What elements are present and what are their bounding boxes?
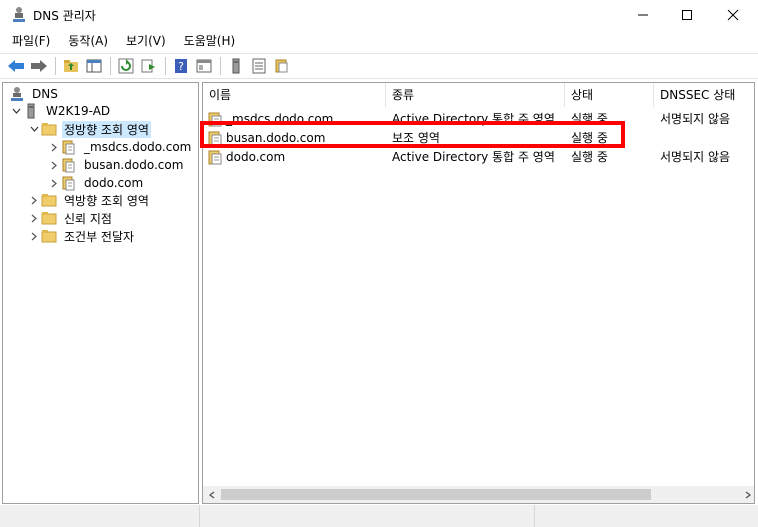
zone-icon[interactable] [271, 55, 293, 77]
column-header-type[interactable]: 종류 [386, 83, 565, 107]
zone-icon [61, 139, 77, 155]
highlight-box [200, 121, 625, 148]
tree-label: 조건부 전달자 [64, 229, 135, 244]
tree-label: 신뢰 지점 [64, 211, 112, 226]
chevron-right-icon[interactable] [27, 193, 41, 207]
tree-label: dodo.com [84, 176, 144, 190]
chevron-right-icon[interactable] [27, 211, 41, 225]
chevron-down-icon[interactable] [27, 122, 41, 136]
list-header: 이름 종류 상태 DNSSEC 상태 [203, 83, 754, 107]
svg-text:?: ? [178, 60, 184, 73]
column-header-dnssec[interactable]: DNSSEC 상태 [654, 83, 754, 107]
zone-icon [208, 149, 224, 165]
list-item[interactable]: dodo.com Active Directory 통합 주 영역 실행 중 서… [203, 147, 754, 166]
tree-item-zone[interactable]: _msdcs.dodo.com [47, 138, 193, 156]
folder-icon [41, 210, 57, 226]
forward-icon[interactable] [28, 55, 50, 77]
toolbar-separator [220, 57, 221, 75]
horizontal-scrollbar[interactable] [203, 486, 754, 503]
zone-name: dodo.com [226, 149, 286, 164]
scroll-left-icon[interactable] [203, 486, 220, 503]
maximize-button[interactable] [664, 0, 710, 30]
up-folder-icon[interactable] [60, 55, 82, 77]
tree-item-forward-zone[interactable]: 정방향 조회 영역 [27, 120, 151, 138]
toolbar-separator [55, 57, 56, 75]
zone-icon [61, 157, 77, 173]
tree-item-dns-root[interactable]: DNS [9, 85, 60, 103]
tree-item-zone[interactable]: dodo.com [47, 174, 145, 192]
toolbar-separator [110, 57, 111, 75]
chevron-right-icon[interactable] [47, 140, 61, 154]
chevron-down-icon[interactable] [9, 104, 23, 118]
zone-dnssec: 서명되지 않음 [660, 112, 731, 126]
minimize-button[interactable] [620, 0, 666, 30]
menu-help[interactable]: 도움말(H) [178, 31, 242, 51]
properties-icon[interactable] [193, 55, 215, 77]
menu-file[interactable]: 파일(F) [6, 31, 56, 51]
tree-label: W2K19-AD [46, 104, 111, 118]
tree-item-server[interactable]: W2K19-AD [9, 102, 112, 120]
list-icon[interactable] [248, 55, 270, 77]
status-segment [0, 505, 200, 527]
status-bar [0, 505, 758, 527]
tree-item-trust-points[interactable]: 신뢰 지점 [27, 209, 114, 227]
tree-label: busan.dodo.com [84, 158, 184, 172]
title-bar: DNS 관리자 [0, 0, 758, 30]
show-tree-icon[interactable] [83, 55, 105, 77]
folder-icon [41, 121, 57, 137]
zone-icon [61, 175, 77, 191]
column-header-name[interactable]: 이름 [203, 83, 386, 107]
zone-status: 실행 중 [571, 150, 608, 164]
chevron-right-icon[interactable] [47, 176, 61, 190]
chevron-right-icon[interactable] [47, 158, 61, 172]
tree-label: 정방향 조회 영역 [62, 120, 151, 138]
window-title: DNS 관리자 [33, 9, 96, 23]
column-header-status[interactable]: 상태 [565, 83, 654, 107]
dns-app-icon [12, 6, 26, 24]
menu-bar: 파일(F) 동작(A) 보기(V) 도움말(H) [0, 30, 758, 52]
scrollbar-thumb[interactable] [221, 489, 651, 500]
help-icon[interactable]: ? [170, 55, 192, 77]
back-icon[interactable] [5, 55, 27, 77]
export-icon[interactable] [138, 55, 160, 77]
tree-item-reverse-zone[interactable]: 역방향 조회 영역 [27, 191, 151, 209]
folder-icon [41, 228, 57, 244]
tree-label: _msdcs.dodo.com [84, 140, 192, 154]
server-icon [23, 103, 39, 119]
folder-icon [41, 192, 57, 208]
tree-item-conditional-forwarders[interactable]: 조건부 전달자 [27, 227, 136, 245]
tree-pane: DNS W2K19-AD 정방향 조회 영역 _msdcs.dodo.com b… [2, 82, 199, 504]
status-segment [200, 505, 535, 527]
toolbar: ? [0, 53, 758, 79]
menu-view[interactable]: 보기(V) [120, 31, 172, 51]
scroll-right-icon[interactable] [739, 486, 754, 503]
dns-root-icon [9, 86, 25, 102]
tree-item-zone[interactable]: busan.dodo.com [47, 156, 185, 174]
zone-type: Active Directory 통합 주 영역 [392, 150, 555, 164]
server-icon[interactable] [225, 55, 247, 77]
zone-dnssec: 서명되지 않음 [660, 150, 731, 164]
tree-label: 역방향 조회 영역 [64, 193, 149, 208]
refresh-icon[interactable] [115, 55, 137, 77]
status-segment [535, 505, 758, 527]
close-button[interactable] [710, 0, 756, 30]
toolbar-separator [165, 57, 166, 75]
menu-action[interactable]: 동작(A) [62, 31, 114, 51]
chevron-right-icon[interactable] [27, 229, 41, 243]
tree-label: DNS [32, 87, 58, 101]
